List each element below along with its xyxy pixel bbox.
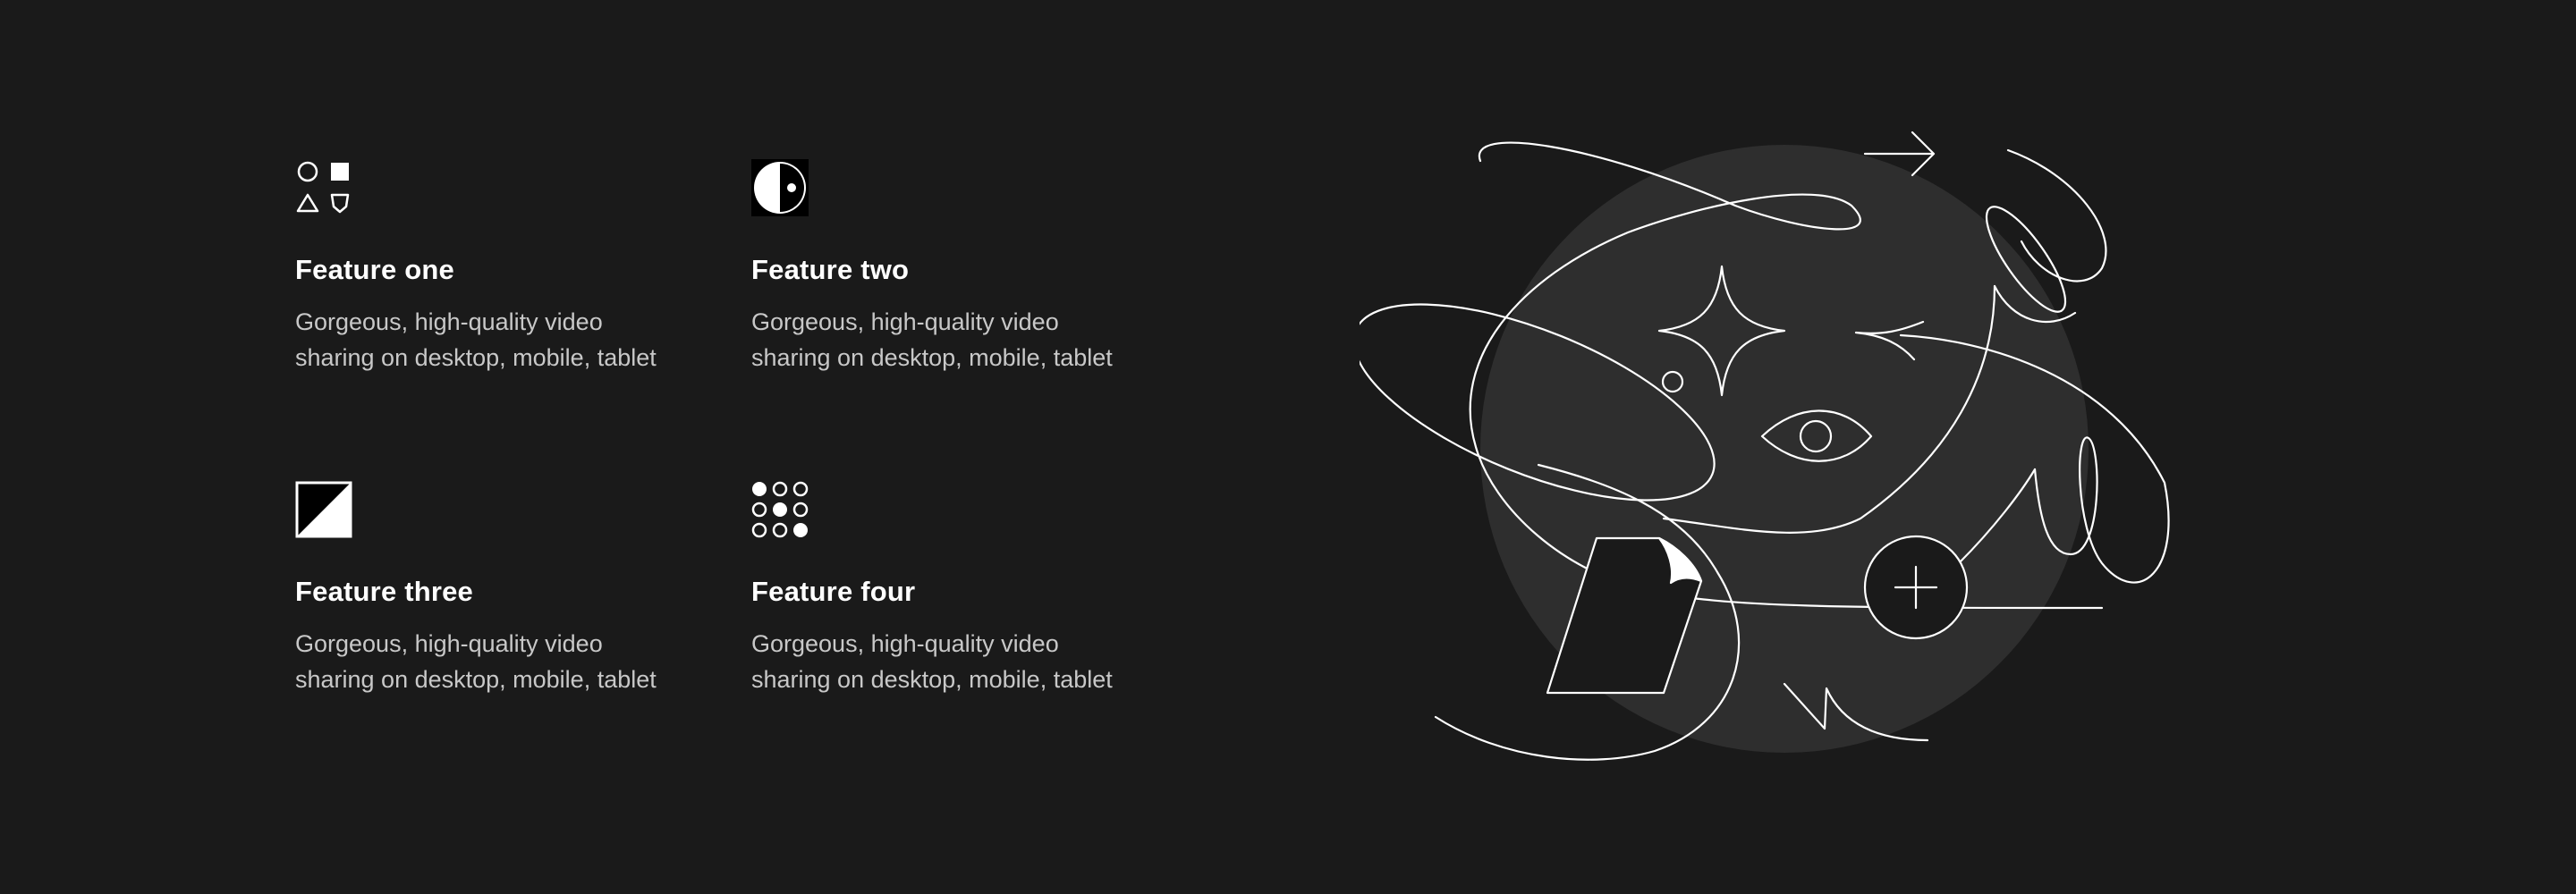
feature-grid: Feature one Gorgeous, high-quality video… (295, 159, 1208, 803)
feature-title: Feature four (751, 576, 916, 607)
feature-title: Feature two (751, 254, 910, 285)
feature-description: Gorgeous, high-quality video sharing on … (751, 308, 1113, 371)
half-circle-icon (751, 159, 809, 216)
dot-grid-icon (751, 481, 809, 538)
diagonal-square-icon (295, 481, 352, 538)
feature-title: Feature three (295, 576, 473, 607)
shapes-icon (295, 159, 352, 216)
feature-card-three: Feature three Gorgeous, high-quality vid… (295, 481, 751, 803)
feature-title: Feature one (295, 254, 454, 285)
feature-card-one: Feature one Gorgeous, high-quality video… (295, 159, 751, 481)
feature-card-two: Feature two Gorgeous, high-quality video… (751, 159, 1208, 481)
feature-description: Gorgeous, high-quality video sharing on … (751, 630, 1113, 693)
feature-description: Gorgeous, high-quality video sharing on … (295, 630, 657, 693)
abstract-illustration (1360, 107, 2182, 787)
feature-description: Gorgeous, high-quality video sharing on … (295, 308, 657, 371)
feature-card-four: Feature four Gorgeous, high-quality vide… (751, 481, 1208, 803)
